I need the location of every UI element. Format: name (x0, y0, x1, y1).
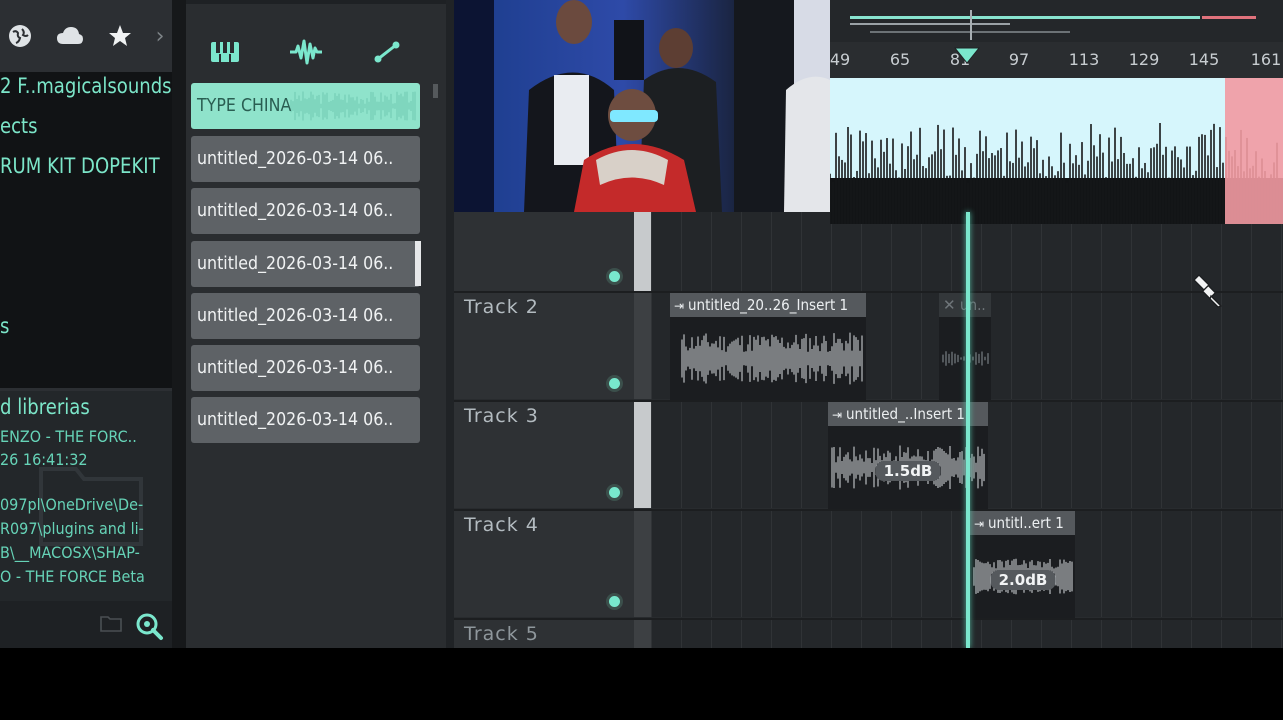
ruler-bar-number: 49 (829, 50, 851, 69)
track-header[interactable]: Track 3 (454, 401, 634, 508)
panel-gap (172, 0, 186, 648)
folder-icon[interactable] (100, 614, 122, 632)
browser-toolbar: › (0, 0, 172, 72)
loop-end-region (1225, 78, 1283, 224)
playhead[interactable] (966, 212, 970, 648)
song-overview[interactable] (830, 0, 1283, 42)
info-line: ENZO - THE FORC.. (0, 427, 137, 446)
track-name[interactable]: Track 3 (464, 405, 539, 427)
paint-brush-icon (1193, 274, 1223, 308)
divider (454, 618, 1283, 620)
clip-header[interactable]: ⇥ untitl..ert 1 (970, 511, 1075, 535)
audio-clip[interactable]: ⇥ untitled_20..26_Insert 1 (670, 293, 866, 400)
automation-curve-icon[interactable] (367, 34, 407, 70)
scrollbar-thumb[interactable] (415, 241, 421, 286)
track-selector[interactable] (634, 619, 651, 648)
clip-waveform (681, 332, 863, 385)
info-title: d librerias (0, 395, 90, 419)
panel-edge (446, 0, 454, 648)
waveform-base (830, 178, 1283, 224)
track-led[interactable] (606, 375, 623, 392)
info-line: B\__MACOSX\SHAP- (0, 543, 140, 562)
clip-header[interactable]: ✕ un.. (939, 293, 991, 317)
track-name[interactable]: Track 4 (464, 514, 539, 536)
divider (454, 509, 1283, 511)
ruler-bar-number: 145 (1188, 50, 1220, 69)
track-led[interactable] (606, 484, 623, 501)
webcam-video-overlay (454, 0, 830, 212)
track-selector[interactable] (634, 510, 651, 617)
track-row: Track 5 (454, 619, 1283, 648)
track-row: Track 2 (454, 292, 1283, 399)
loop-end-marker (1202, 16, 1256, 19)
gain-badge[interactable]: 1.5dB (875, 461, 941, 481)
playlist: Track 2 Track 3 Track 4 Track 5 ⇥ untitl… (454, 0, 1283, 648)
info-line: R097\plugins and li- (0, 519, 144, 538)
ruler-bar-number: 129 (1128, 50, 1160, 69)
pattern-item[interactable]: untitled_2026-03-14 06.. (191, 241, 420, 287)
daw-window: › 2 F..magicalsounds ects RUM KIT DOPEKI… (0, 0, 1283, 648)
info-line: 26 16:41:32 (0, 450, 88, 469)
clip-header[interactable]: ⇥ untitled_20..26_Insert 1 (670, 293, 866, 317)
overview-position (970, 10, 972, 40)
pattern-item[interactable]: untitled_2026-03-14 06.. (191, 188, 420, 234)
search-icon[interactable] (134, 611, 164, 641)
track-led[interactable] (606, 268, 623, 285)
pattern-item[interactable]: TYPE CHINA (191, 83, 420, 129)
pattern-item[interactable]: untitled_2026-03-14 06.. (191, 293, 420, 339)
clip-header[interactable]: ⇥ untitled_..Insert 1 (828, 402, 988, 426)
playhead-marker-icon[interactable] (954, 46, 980, 64)
info-line: 097pl\OneDrive\De- (0, 495, 144, 514)
pattern-item[interactable]: untitled_2026-03-14 06.. (191, 345, 420, 391)
ruler-bar-number: 113 (1068, 50, 1100, 69)
close-icon[interactable]: ✕ (943, 296, 960, 314)
track-header[interactable]: Track 2 (454, 292, 634, 399)
info-line: O - THE FORCE Beta (0, 567, 145, 586)
picker-panel: TYPE CHINA untitled_2026-03-14 06.. unti… (186, 0, 454, 648)
globe-icon[interactable] (6, 22, 34, 50)
browser-footer (0, 601, 172, 648)
picker-top-strip (186, 0, 454, 4)
track-name[interactable]: Track 5 (464, 623, 539, 645)
overview-range (850, 16, 1200, 19)
track-header[interactable]: Track 5 (454, 619, 634, 648)
browser-panel: › 2 F..magicalsounds ects RUM KIT DOPEKI… (0, 0, 172, 648)
overview-range (850, 23, 1010, 25)
track-row: Track 4 (454, 510, 1283, 617)
browser-item[interactable]: RUM KIT DOPEKIT (0, 154, 160, 178)
track-selector[interactable] (634, 292, 651, 399)
browser-item[interactable]: s (0, 314, 9, 338)
audio-clip[interactable]: ⇥ untitl..ert 1 2.0dB (970, 511, 1075, 618)
time-ruler[interactable]: 49 65 81 97 113 129 145 161 (830, 42, 1283, 78)
clip-waveform (942, 350, 989, 367)
audio-wave-icon[interactable] (286, 34, 326, 70)
audio-clip[interactable]: ✕ un.. (939, 293, 991, 400)
track-led[interactable] (606, 593, 623, 610)
track-header[interactable]: Track 4 (454, 510, 634, 617)
audio-waveform-display (830, 78, 1283, 224)
piano-keys-icon[interactable] (205, 34, 245, 70)
audio-clip[interactable]: ⇥ untitled_..Insert 1 1.5dB (828, 402, 988, 509)
pattern-item[interactable]: untitled_2026-03-14 06.. (191, 136, 420, 182)
ruler-bar-number: 65 (889, 50, 911, 69)
track-name[interactable]: Track 2 (464, 296, 539, 318)
ruler-bar-number: 161 (1250, 50, 1282, 69)
browser-item[interactable]: ects (0, 114, 38, 138)
chevron-right-icon[interactable]: › (146, 22, 174, 50)
browser-tree: 2 F..magicalsounds ects RUM KIT DOPEKIT … (0, 72, 172, 390)
scrollbar[interactable] (433, 84, 438, 98)
gain-badge[interactable]: 2.0dB (990, 570, 1056, 590)
divider (454, 291, 1283, 293)
browser-info-panel: d librerias ENZO - THE FORC.. 26 16:41:3… (0, 391, 172, 601)
pattern-item[interactable]: untitled_2026-03-14 06.. (191, 397, 420, 443)
cloud-icon[interactable] (56, 22, 84, 50)
track-selector[interactable] (634, 401, 651, 508)
ruler-bar-number: 97 (1008, 50, 1030, 69)
star-icon[interactable] (106, 22, 134, 50)
browser-item[interactable]: 2 F..magicalsounds (0, 74, 172, 98)
